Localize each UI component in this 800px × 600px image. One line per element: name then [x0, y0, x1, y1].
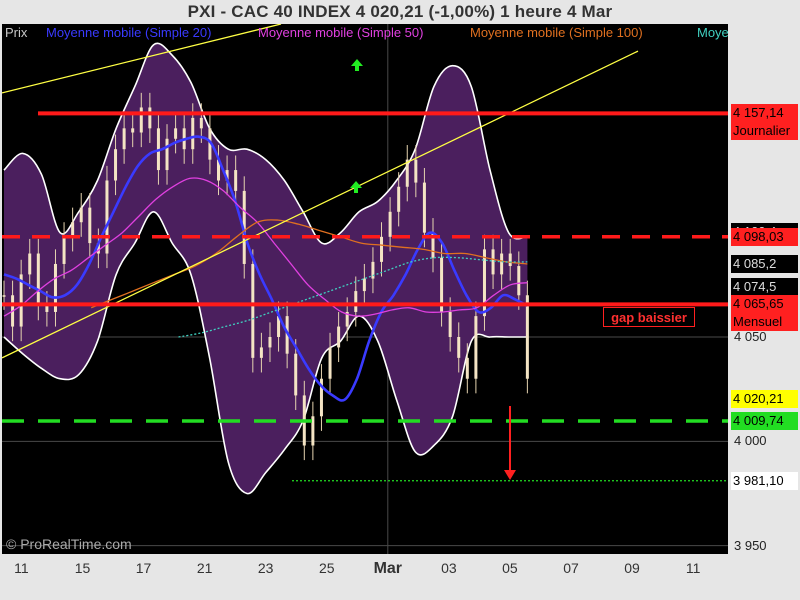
copyright-notice: © ProRealTime.com	[6, 536, 132, 552]
price-body	[328, 347, 332, 379]
legend-item: Prix	[5, 25, 28, 40]
x-tick-label: 15	[74, 560, 91, 576]
price-body	[354, 291, 358, 312]
price-body	[525, 295, 529, 379]
up-arrow-icon	[350, 181, 362, 193]
down-arrow-icon	[504, 470, 516, 480]
price-label: 4 074,5	[731, 277, 798, 296]
price-body	[457, 336, 461, 358]
price-body	[294, 353, 298, 396]
plot-area[interactable]	[2, 24, 728, 554]
price-body	[474, 316, 478, 379]
price-body	[114, 149, 118, 181]
legend-item: Moyenne mobile (Simple 20)	[46, 25, 212, 40]
y-tick-label: 3 950	[734, 537, 767, 553]
x-tick-label: 17	[135, 560, 152, 576]
legend-item: Moyenne mobile (Simple 100)	[470, 25, 643, 40]
x-tick-label: Mar	[373, 560, 403, 577]
y-tick-label: 4 050	[734, 328, 767, 344]
up-arrow-icon	[351, 59, 363, 71]
price-body	[259, 347, 263, 358]
price-body	[45, 305, 49, 312]
price-body	[251, 263, 255, 358]
price-body	[380, 236, 384, 262]
price-body	[28, 253, 32, 275]
x-tick-label: 09	[624, 560, 640, 576]
price-label: 4 157,14	[731, 104, 798, 123]
price-label: 4 085,2	[731, 254, 798, 273]
price-body	[131, 128, 135, 133]
x-tick-label: 23	[257, 560, 274, 576]
price-body	[362, 278, 366, 292]
x-tick-label: 07	[563, 560, 579, 576]
price-body	[79, 207, 83, 223]
legend-item: Moye	[697, 25, 729, 40]
price-body	[199, 117, 203, 129]
price-body	[388, 211, 392, 237]
price-label: 3 981,10	[731, 471, 798, 490]
price-body	[337, 326, 341, 348]
x-tick-label: 03	[441, 560, 457, 576]
x-tick-label: 11	[14, 560, 29, 576]
x-tick-label: 11	[685, 560, 701, 576]
legend-item: Moyenne mobile (Simple 50)	[258, 25, 424, 40]
price-body	[517, 266, 521, 296]
price-body	[448, 311, 452, 337]
price-body	[139, 107, 143, 133]
price-label: 4 098,03	[731, 227, 798, 246]
price-body	[2, 295, 6, 297]
price-body	[500, 253, 504, 275]
price-body	[491, 249, 495, 275]
x-tick-label: 05	[502, 560, 518, 576]
price-label: 4 020,21	[731, 390, 798, 409]
price-label-caption: Journalier	[731, 122, 798, 141]
price-body	[88, 207, 92, 244]
x-tick-label: 21	[196, 560, 213, 576]
price-body	[191, 117, 195, 150]
price-body	[36, 253, 40, 306]
price-body	[465, 357, 469, 379]
price-label: 4 009,74	[731, 411, 798, 430]
price-body	[397, 186, 401, 212]
price-body	[122, 128, 126, 150]
price-body	[405, 159, 409, 187]
price-body	[422, 182, 426, 233]
gap-annotation: gap baissier	[603, 307, 695, 327]
chart-title: PXI - CAC 40 INDEX 4 020,21 (-1,00%) 1 h…	[187, 2, 613, 21]
price-chart[interactable]	[2, 24, 728, 554]
price-body	[174, 128, 178, 139]
price-body	[234, 170, 238, 191]
price-body	[414, 159, 418, 183]
price-label: 4 065,65	[731, 295, 798, 314]
price-body	[268, 336, 272, 348]
price-body	[508, 253, 512, 267]
price-body	[165, 138, 169, 171]
price-body	[71, 222, 75, 237]
price-body	[62, 236, 66, 264]
y-tick-label: 4 000	[734, 433, 767, 449]
price-body	[148, 107, 152, 129]
x-tick-label: 25	[318, 560, 335, 576]
